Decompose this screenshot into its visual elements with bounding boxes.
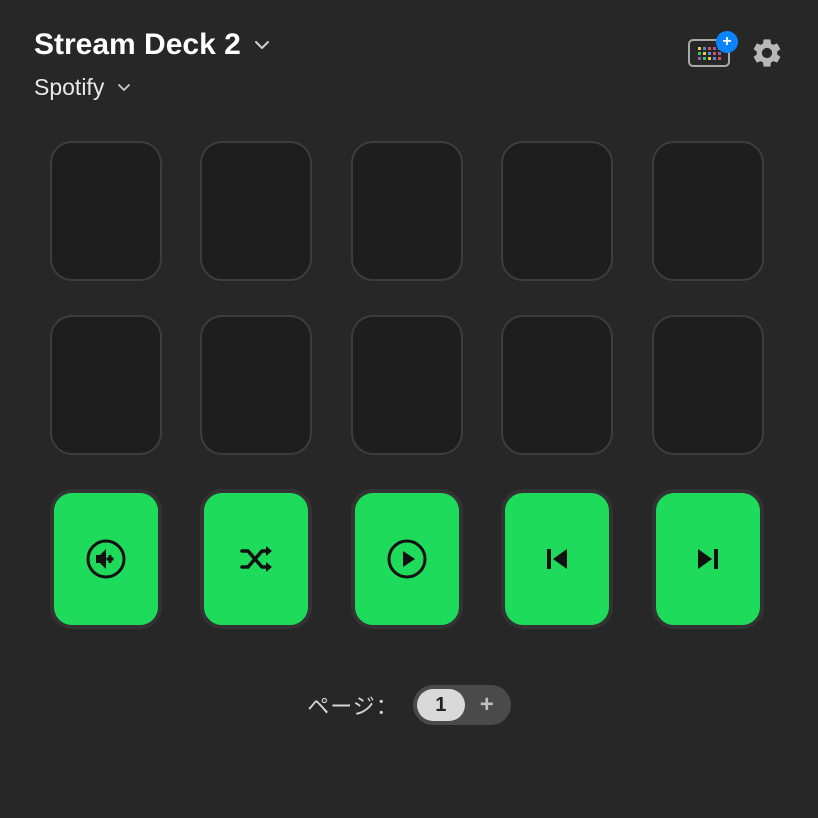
profile-title: Spotify (34, 74, 104, 101)
key-empty[interactable] (200, 315, 312, 455)
gear-icon (750, 36, 784, 70)
shuffle-icon (232, 535, 280, 583)
chevron-down-icon (255, 40, 269, 50)
key-empty[interactable] (652, 315, 764, 455)
device-icon (698, 47, 721, 60)
key-empty[interactable] (200, 141, 312, 281)
key-play[interactable] (351, 489, 463, 629)
volume-up-icon (82, 535, 130, 583)
key-empty[interactable] (351, 315, 463, 455)
pager-label: ページ： (307, 689, 399, 721)
key-empty[interactable] (351, 141, 463, 281)
pager-pill: 1 + (413, 685, 511, 725)
add-device-button[interactable]: + (688, 39, 730, 67)
pager-current-page[interactable]: 1 (417, 689, 465, 721)
key-grid (50, 141, 768, 629)
key-empty[interactable] (652, 141, 764, 281)
key-shuffle[interactable] (200, 489, 312, 629)
key-previous-track[interactable] (501, 489, 613, 629)
device-selector[interactable]: Stream Deck 2 (34, 28, 269, 62)
profile-selector[interactable]: Spotify (34, 74, 269, 101)
settings-button[interactable] (750, 36, 784, 70)
key-empty[interactable] (50, 141, 162, 281)
key-next-track[interactable] (652, 489, 764, 629)
next-track-icon (688, 539, 728, 579)
key-empty[interactable] (501, 315, 613, 455)
play-icon (383, 535, 431, 583)
key-empty[interactable] (50, 315, 162, 455)
key-empty[interactable] (501, 141, 613, 281)
previous-track-icon (537, 539, 577, 579)
device-title: Stream Deck 2 (34, 28, 241, 62)
key-volume-up[interactable] (50, 489, 162, 629)
chevron-down-icon (118, 83, 130, 92)
plus-badge-icon: + (716, 31, 738, 53)
pager: ページ： 1 + (0, 685, 818, 725)
pager-add-page-button[interactable]: + (467, 689, 507, 721)
